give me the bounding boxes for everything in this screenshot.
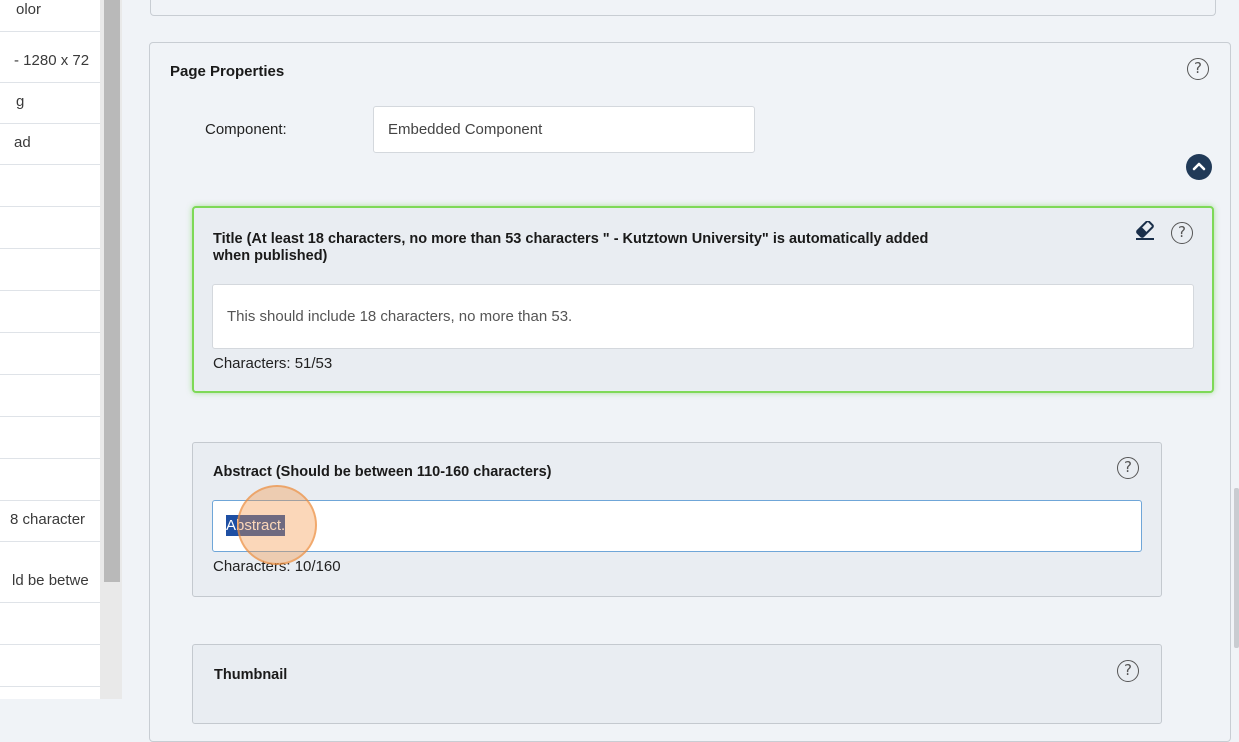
sidebar-item[interactable]: olor — [0, 0, 100, 32]
sidebar-item-label: g — [16, 93, 25, 110]
sidebar-scrollbar-thumb[interactable] — [104, 0, 120, 582]
abstract-input[interactable]: Abstract. — [212, 500, 1142, 552]
title-character-count: Characters: 51/53 — [213, 355, 333, 372]
collapse-button[interactable] — [1186, 154, 1212, 180]
title-input[interactable] — [212, 284, 1194, 349]
sidebar-item[interactable]: ad — [0, 124, 100, 165]
thumbnail-field-section — [192, 644, 1162, 724]
page-properties-help-icon[interactable]: ? — [1187, 58, 1209, 80]
sidebar-item[interactable]: - 1280 x 72 — [0, 42, 100, 83]
sidebar-item[interactable] — [0, 688, 100, 699]
sidebar-item[interactable] — [0, 604, 100, 645]
sidebar-item[interactable]: ld be betwe — [0, 562, 100, 603]
chevron-up-icon — [1192, 162, 1206, 171]
sidebar-item[interactable] — [0, 376, 100, 417]
sidebar-item[interactable]: 8 character — [0, 501, 100, 542]
title-help-icon[interactable]: ? — [1171, 222, 1193, 244]
title-field-label: Title (At least 18 characters, no more t… — [213, 231, 929, 264]
sidebar-item[interactable] — [0, 250, 100, 291]
page-properties-title: Page Properties — [170, 63, 285, 80]
sidebar-item-label: ad — [14, 134, 31, 151]
sidebar-item-label: olor — [16, 1, 42, 18]
abstract-field-label: Abstract (Should be between 110-160 char… — [213, 464, 552, 480]
left-sidebar-list: olor - 1280 x 72 g ad 8 character ld be … — [0, 0, 100, 699]
component-field[interactable] — [373, 106, 755, 153]
sidebar-item-label: - 1280 x 72 — [14, 52, 90, 69]
previous-section-card — [150, 0, 1216, 16]
sidebar-item[interactable] — [0, 418, 100, 459]
eraser-icon[interactable] — [1134, 221, 1156, 241]
page-scrollbar-thumb[interactable] — [1234, 488, 1239, 648]
thumbnail-help-icon[interactable]: ? — [1117, 660, 1139, 682]
sidebar-item[interactable] — [0, 460, 100, 501]
sidebar-item[interactable] — [0, 208, 100, 249]
thumbnail-field-label: Thumbnail — [214, 667, 288, 683]
sidebar-item[interactable] — [0, 334, 100, 375]
sidebar-item[interactable]: g — [0, 83, 100, 124]
sidebar-item[interactable] — [0, 292, 100, 333]
sidebar-item[interactable] — [0, 646, 100, 687]
abstract-help-icon[interactable]: ? — [1117, 457, 1139, 479]
sidebar-item[interactable] — [0, 166, 100, 207]
component-label: Component: — [205, 121, 287, 138]
sidebar-item-label: 8 character — [10, 511, 86, 528]
click-indicator — [237, 485, 317, 565]
sidebar-item-label: ld be betwe — [12, 572, 89, 589]
